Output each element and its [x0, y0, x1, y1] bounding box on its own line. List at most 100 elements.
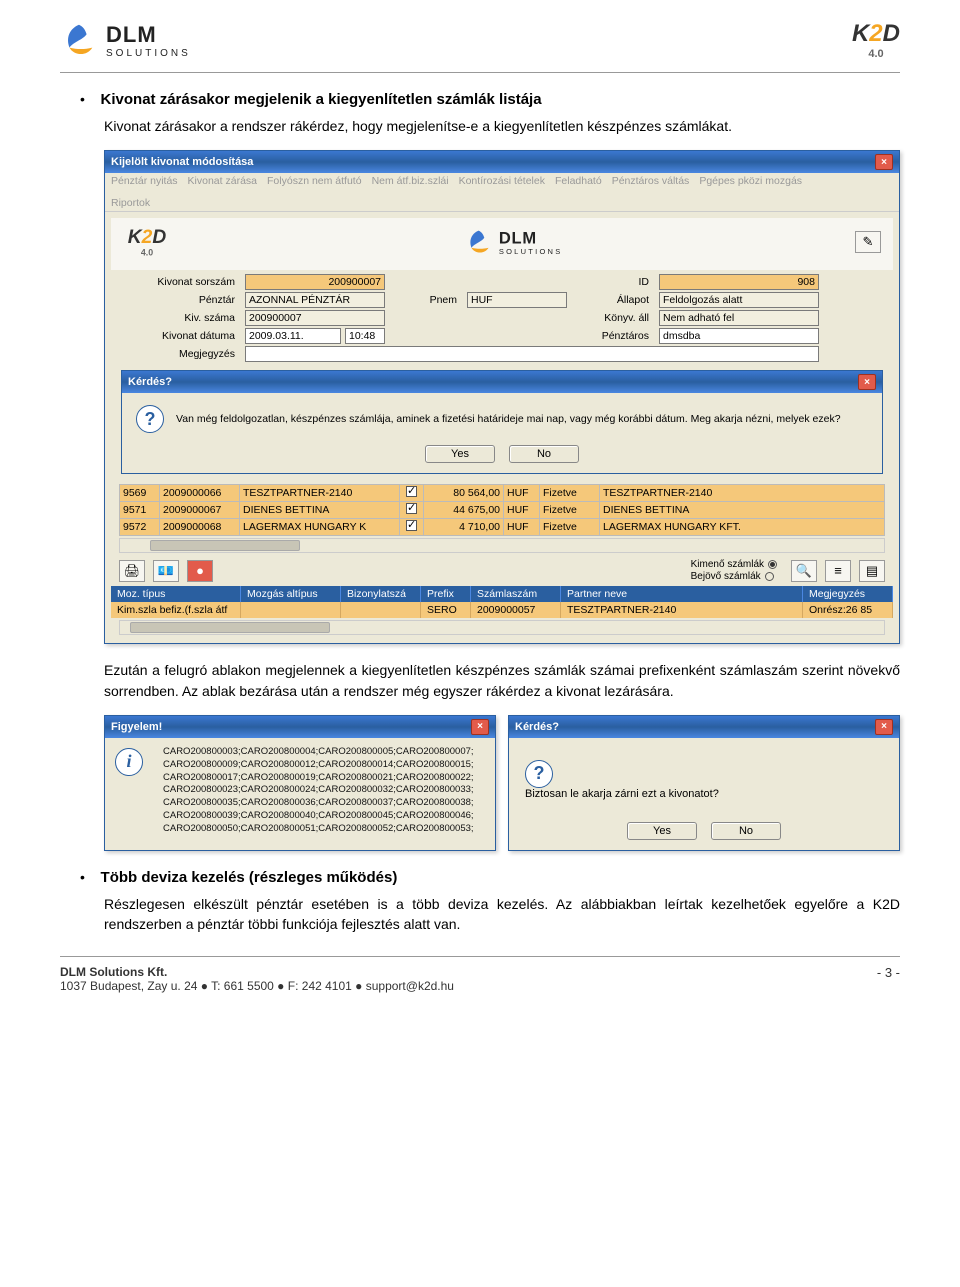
- label: Kivonat sorszám: [119, 276, 239, 288]
- yes-button[interactable]: Yes: [627, 822, 697, 840]
- close-icon[interactable]: ×: [471, 719, 489, 735]
- page-footer: DLM Solutions Kft. 1037 Budapest, Zay u.…: [60, 956, 900, 993]
- bullet-item-1: Kivonat zárásakor megjelenik a kiegyenlí…: [80, 91, 900, 108]
- footer-company: DLM Solutions Kft.: [60, 965, 454, 979]
- data-table: 95692009000066TESZTPARTNER-214080 564,00…: [119, 484, 885, 536]
- dialog-pair: Figyelem! × i CARO200800003;CARO20080000…: [104, 715, 900, 851]
- label: Megjegyzés: [119, 348, 239, 360]
- scrollbar[interactable]: [119, 538, 885, 553]
- k2d-k: K: [852, 20, 869, 47]
- col-header[interactable]: Prefix: [421, 586, 471, 602]
- cell: Onrész:26 85: [803, 602, 893, 618]
- k2d-logo: K2D 4.0: [852, 20, 900, 60]
- label: Kiv. száma: [119, 312, 239, 324]
- dlm-brand-text: DLM: [498, 228, 562, 248]
- label: Állapot: [573, 294, 653, 306]
- kivonat-sorszam-field[interactable]: 200900007: [245, 274, 385, 290]
- filter-icon[interactable]: ▤: [859, 560, 885, 582]
- dlm-logo: DLM SOLUTIONS: [60, 21, 191, 59]
- main-window: Kijelölt kivonat módosítása × Pénztár ny…: [104, 150, 900, 644]
- edit-icon[interactable]: ✎: [855, 231, 881, 253]
- col-header[interactable]: Bizonylatszá: [341, 586, 421, 602]
- card-icon[interactable]: ●: [187, 560, 213, 582]
- k2d-2: 2: [869, 20, 882, 47]
- col-header[interactable]: Megjegyzés: [803, 586, 893, 602]
- footer-address: 1037 Budapest, Zay u. 24 ● T: 661 5500 ●…: [60, 979, 454, 993]
- id-field: 908: [659, 274, 819, 290]
- col-header[interactable]: Mozgás altípus: [241, 586, 341, 602]
- radio-label: Kimenő számlák: [691, 559, 764, 570]
- col-header[interactable]: Számlaszám: [471, 586, 561, 602]
- menu-item[interactable]: Feladható: [555, 175, 602, 187]
- kerdes2-dialog: Kérdés? × ? Biztosan le akarja zárni ezt…: [508, 715, 900, 851]
- figyelem-title: Figyelem!: [111, 721, 162, 733]
- question-icon: ?: [136, 405, 164, 433]
- k2d-sub: 4.0: [868, 48, 883, 60]
- data-line-2[interactable]: Kim.szla befiz.(f.szla átf SERO 20090000…: [111, 602, 893, 618]
- col-header[interactable]: Moz. típus: [111, 586, 241, 602]
- pnem-field: HUF: [467, 292, 567, 308]
- list-icon[interactable]: ≡: [825, 560, 851, 582]
- bullet2-title: Több deviza kezelés (részleges működés): [101, 869, 398, 886]
- allapot-field: Feldolgozás alatt: [659, 292, 819, 308]
- close-icon[interactable]: ×: [875, 719, 893, 735]
- k2d-2: 2: [142, 226, 153, 248]
- cell: TESZTPARTNER-2140: [561, 602, 803, 618]
- table-row[interactable]: 95722009000068LAGERMAX HUNGARY K4 710,00…: [120, 519, 885, 536]
- konyv-field: Nem adható fel: [659, 310, 819, 326]
- after-para: Ezután a felugró ablakon megjelennek a k…: [104, 660, 900, 701]
- time-field[interactable]: 10:48: [345, 328, 385, 344]
- megjegyzes-field[interactable]: [245, 346, 819, 362]
- cell: Kim.szla befiz.(f.szla átf: [111, 602, 241, 618]
- radio-label: Bejövő számlák: [691, 571, 761, 582]
- cell: [241, 602, 341, 618]
- dlm-badge-icon: [60, 21, 98, 59]
- col-header[interactable]: Partner neve: [561, 586, 803, 602]
- yes-button[interactable]: Yes: [425, 445, 495, 463]
- label: Pénztáros: [573, 330, 653, 342]
- menu-item[interactable]: Pgépes pközi mozgás: [699, 175, 802, 187]
- cell: SERO: [421, 602, 471, 618]
- no-button[interactable]: No: [509, 445, 579, 463]
- cell: 2009000057: [471, 602, 561, 618]
- menu-item[interactable]: Folyószn nem átfutó: [267, 175, 362, 187]
- menu-item[interactable]: Pénztáros váltás: [612, 175, 690, 187]
- radio-bejovo[interactable]: [765, 572, 774, 581]
- dlm-brand-sub: SOLUTIONS: [106, 48, 191, 59]
- money-icon[interactable]: 💶: [153, 560, 179, 582]
- menu-item[interactable]: Kontírozási tételek: [459, 175, 545, 187]
- scrollbar[interactable]: [119, 620, 885, 635]
- page-header: DLM SOLUTIONS K2D 4.0: [60, 20, 900, 68]
- label: Könyv. áll: [573, 312, 653, 324]
- menu-item[interactable]: Riportok: [111, 197, 893, 209]
- toolbar: 🖨 💶 ● Kimenő számlák Bejövő számlák 🔍 ≡ …: [111, 555, 893, 586]
- bullet2-para: Részlegesen elkészült pénztár esetében i…: [104, 894, 900, 935]
- table-row[interactable]: 95692009000066TESZTPARTNER-214080 564,00…: [120, 485, 885, 502]
- menu-item[interactable]: Kivonat zárása: [188, 175, 257, 187]
- penztaros-field[interactable]: dmsdba: [659, 328, 819, 344]
- close-icon[interactable]: ×: [858, 374, 876, 390]
- no-button[interactable]: No: [711, 822, 781, 840]
- menu-item[interactable]: Nem átf.biz.szlái: [372, 175, 449, 187]
- penztar-field: AZONNAL PÉNZTÁR: [245, 292, 385, 308]
- question-title: Kérdés?: [128, 376, 172, 388]
- dlm-brand-text: DLM: [106, 22, 191, 48]
- radio-kimeno[interactable]: [768, 560, 777, 569]
- header-row-2: Moz. típus Mozgás altípus Bizonylatszá P…: [111, 586, 893, 602]
- table-row[interactable]: 95712009000067DIENES BETTINA44 675,00HUF…: [120, 502, 885, 519]
- search-icon[interactable]: 🔍: [791, 560, 817, 582]
- date-field[interactable]: 2009.03.11.: [245, 328, 341, 344]
- close-icon[interactable]: ×: [875, 154, 893, 170]
- menu-item[interactable]: Pénztár nyitás: [111, 175, 178, 187]
- main-window-titlebar: Kijelölt kivonat módosítása ×: [105, 151, 899, 173]
- label: Kivonat dátuma: [119, 330, 239, 342]
- print-icon[interactable]: 🖨: [119, 560, 145, 582]
- k2d-k: K: [128, 226, 142, 248]
- k2d-sub: 4.0: [141, 249, 153, 259]
- dlm-brand-sub: SOLUTIONS: [498, 248, 562, 256]
- question-text: Van még feldolgozatlan, készpénzes száml…: [176, 413, 841, 425]
- dlm-badge-icon: [464, 228, 493, 257]
- info-icon: i: [115, 748, 143, 776]
- cell: [341, 602, 421, 618]
- label: Pnem: [391, 294, 461, 306]
